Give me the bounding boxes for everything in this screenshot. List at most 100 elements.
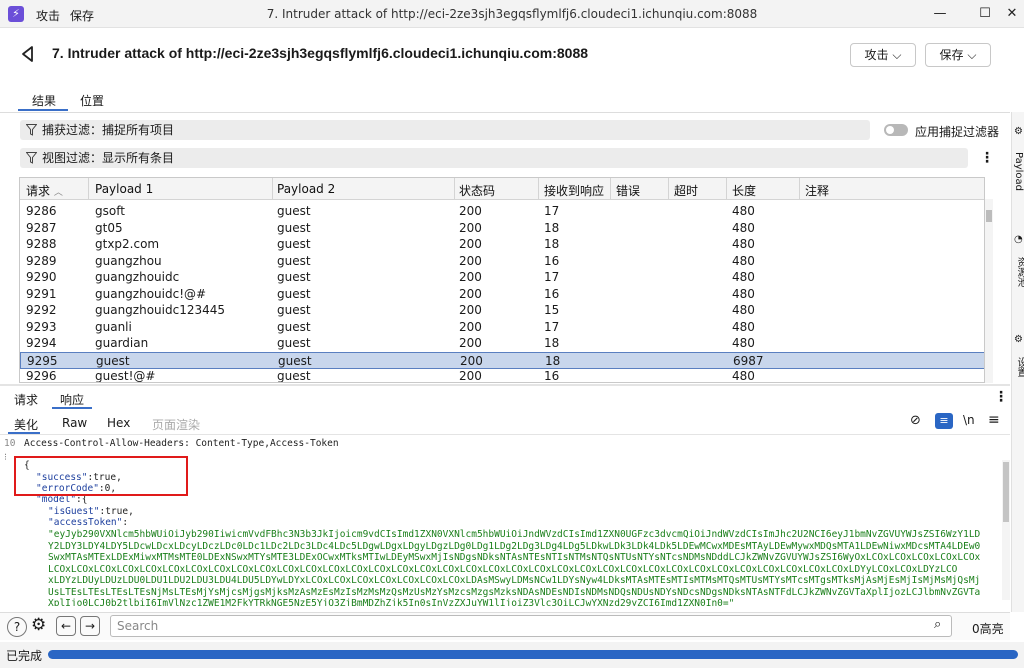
cell-status: 200 bbox=[459, 237, 482, 251]
cell-length: 480 bbox=[732, 204, 755, 218]
table-row[interactable]: 9287 gt05 guest 200 18 480 bbox=[20, 220, 984, 237]
cell-request: 9295 bbox=[27, 353, 58, 368]
maximize-icon[interactable]: ☐ bbox=[975, 4, 995, 24]
wrap-lines-icon[interactable]: ≡ bbox=[935, 413, 953, 429]
column-header-length[interactable]: 长度 bbox=[732, 182, 756, 199]
cell-response-received: 18 bbox=[544, 237, 560, 251]
progress-bar bbox=[48, 650, 1018, 659]
minimize-icon[interactable]: — bbox=[930, 4, 950, 24]
table-row[interactable]: 9288 gtxp2.com guest 200 18 480 bbox=[20, 236, 984, 253]
payload-icon[interactable]: ⚙ bbox=[1014, 126, 1023, 137]
cell-response-received: 16 bbox=[544, 253, 560, 268]
cell-length: 480 bbox=[732, 303, 755, 317]
cell-length: 480 bbox=[732, 270, 755, 284]
column-header-error[interactable]: 错误 bbox=[616, 182, 640, 199]
side-tab-payload[interactable]: Payload bbox=[1013, 152, 1024, 191]
cell-length: 480 bbox=[732, 319, 755, 334]
table-row[interactable]: 9290 guangzhouidc guest 200 17 480 bbox=[20, 269, 984, 286]
tab-hex[interactable]: Hex bbox=[107, 416, 130, 430]
more-options-icon[interactable]: ⋮ bbox=[994, 389, 1008, 405]
highlight-box bbox=[14, 456, 188, 496]
cell-payload2: guest bbox=[278, 353, 312, 368]
cell-status: 200 bbox=[459, 369, 482, 383]
tab-pretty[interactable]: 美化 bbox=[14, 416, 38, 433]
column-header-payload2[interactable]: Payload 2 bbox=[277, 182, 335, 196]
capture-filter-label: 捕获过滤：捕捉所有项目 bbox=[42, 123, 175, 137]
tab-raw[interactable]: Raw bbox=[62, 416, 87, 430]
newline-icon[interactable]: \n bbox=[963, 413, 975, 427]
cell-length: 6987 bbox=[733, 353, 764, 368]
cell-request: 9288 bbox=[26, 237, 57, 251]
cell-response-received: 17 bbox=[544, 204, 560, 218]
right-side-panel: ⚙ Payload ◔ 资源池 ⚙ 设置 bbox=[1011, 112, 1024, 612]
cell-status: 200 bbox=[460, 353, 483, 368]
scrollbar-thumb[interactable] bbox=[986, 210, 992, 222]
more-options-icon[interactable]: ⋮ bbox=[980, 150, 994, 166]
column-header-status[interactable]: 状态码 bbox=[459, 182, 495, 199]
table-row[interactable]: 9295 guest guest 200 18 6987 bbox=[20, 351, 984, 369]
search-icon[interactable]: ⌕ bbox=[934, 617, 941, 632]
column-header-payload1[interactable]: Payload 1 bbox=[95, 182, 153, 196]
save-button[interactable]: 保存 ⌵ bbox=[925, 43, 991, 67]
back-arrow-icon[interactable]: ← bbox=[56, 616, 76, 636]
search-input[interactable]: Search bbox=[110, 615, 952, 637]
view-filter-label: 视图过滤：显示所有条目 bbox=[42, 151, 175, 165]
cell-length: 480 bbox=[732, 336, 755, 350]
save-button-label: 保存 bbox=[939, 48, 964, 62]
menu-icon[interactable]: ≡ bbox=[988, 412, 1000, 428]
tab-response[interactable]: 响应 bbox=[60, 391, 84, 408]
back-icon[interactable] bbox=[18, 44, 38, 64]
settings-icon[interactable]: ⚙ bbox=[1014, 334, 1023, 345]
cell-response-received: 16 bbox=[544, 369, 560, 383]
column-header-response-received[interactable]: 接收到响应 bbox=[544, 182, 604, 199]
sort-asc-icon: ︿ bbox=[53, 188, 63, 198]
help-icon[interactable]: ? bbox=[7, 617, 27, 637]
toggle-knob bbox=[886, 126, 894, 134]
code-line: "isGuest":true, bbox=[48, 506, 134, 517]
gear-icon[interactable]: ⚙ bbox=[31, 615, 46, 635]
table-row[interactable]: 9294 guardian guest 200 18 480 bbox=[20, 335, 984, 352]
cell-response-received: 17 bbox=[544, 270, 560, 284]
table-row[interactable]: 9296 guest!@# guest 200 16 480 bbox=[20, 368, 984, 383]
column-header-timeout[interactable]: 超时 bbox=[674, 182, 698, 199]
tab-positions[interactable]: 位置 bbox=[80, 92, 104, 112]
cell-payload2: guest bbox=[277, 303, 311, 317]
pane-divider[interactable] bbox=[0, 384, 1010, 386]
cell-payload1: guangzhouidc123445 bbox=[95, 303, 226, 317]
code-line: XplIjo0LCJ0b2tlbiI6ImVlNzc1ZWE1M2FkYTRkN… bbox=[48, 598, 735, 606]
table-header: 请求 ︿ Payload 1 Payload 2 状态码 接收到响应 错误 超时… bbox=[20, 178, 984, 200]
table-row[interactable]: 9292 guangzhouidc123445 guest 200 15 480 bbox=[20, 302, 984, 319]
line-number: 10 bbox=[4, 438, 16, 449]
scrollbar-thumb[interactable] bbox=[1003, 462, 1009, 522]
cell-status: 200 bbox=[459, 204, 482, 218]
close-icon[interactable]: ✕ bbox=[1002, 4, 1022, 24]
cell-request: 9289 bbox=[26, 253, 57, 268]
table-row[interactable]: 9289 guangzhou guest 200 16 480 bbox=[20, 253, 984, 270]
cell-response-received: 17 bbox=[544, 319, 560, 334]
column-header-comment[interactable]: 注释 bbox=[805, 182, 829, 199]
cell-payload2: guest bbox=[277, 204, 311, 218]
hide-eye-icon[interactable]: ⊘ bbox=[910, 413, 921, 428]
cell-payload2: guest bbox=[277, 319, 311, 334]
tab-render[interactable]: 页面渲染 bbox=[152, 416, 200, 433]
cell-request: 9292 bbox=[26, 303, 57, 317]
view-filter-bar[interactable]: 视图过滤：显示所有条目 bbox=[20, 148, 968, 168]
side-tab-settings[interactable]: 设置 bbox=[1013, 357, 1024, 377]
tab-request[interactable]: 请求 bbox=[14, 391, 38, 408]
resource-pool-icon[interactable]: ◔ bbox=[1014, 234, 1023, 245]
side-tab-resource-pool[interactable]: 资源池 bbox=[1013, 257, 1024, 287]
capture-filter-bar[interactable]: 捕获过滤：捕捉所有项目 bbox=[20, 120, 870, 140]
table-row[interactable]: 9291 guangzhouidc!@# guest 200 16 480 bbox=[20, 286, 984, 303]
cell-payload1: gsoft bbox=[95, 204, 125, 218]
divider bbox=[0, 112, 1010, 113]
table-scrollbar[interactable] bbox=[985, 199, 993, 383]
attack-button[interactable]: 攻击 ⌵ bbox=[850, 43, 916, 67]
table-row[interactable]: 9293 guanli guest 200 17 480 bbox=[20, 319, 984, 336]
table-row[interactable]: 9286 gsoft guest 200 17 480 bbox=[20, 203, 984, 220]
forward-arrow-icon[interactable]: → bbox=[80, 616, 100, 636]
code-line: "accessToken": bbox=[48, 517, 129, 528]
cell-payload1: guangzhou bbox=[95, 253, 162, 268]
column-header-request[interactable]: 请求 ︿ bbox=[26, 182, 63, 199]
cell-payload1: guangzhouidc bbox=[95, 270, 180, 284]
cell-payload2: guest bbox=[277, 286, 311, 301]
